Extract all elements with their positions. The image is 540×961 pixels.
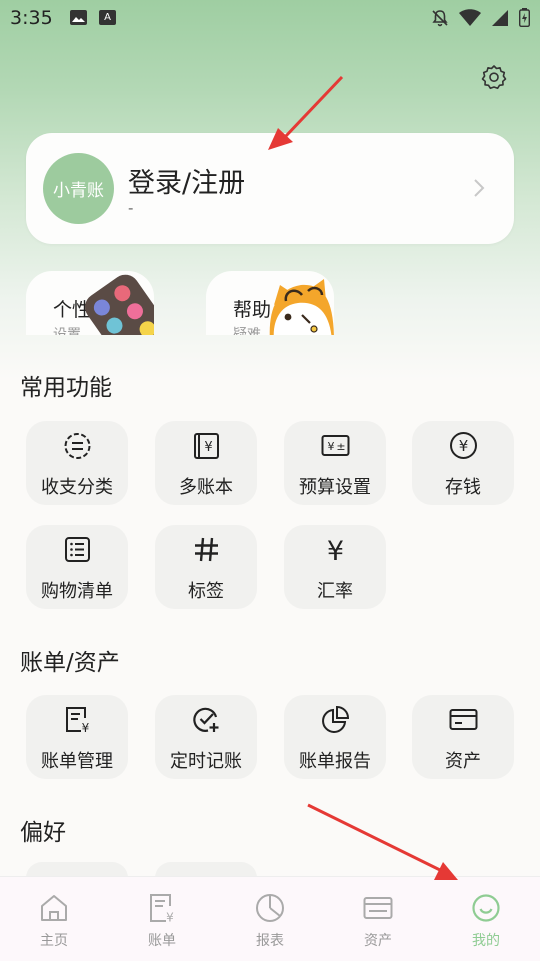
svg-text:¥: ¥ [166,911,174,924]
nav-home-label: 主页 [40,933,68,949]
nav-chart[interactable]: 报表 [216,877,324,961]
nav-chart-label: 报表 [256,933,284,949]
help-subtitle: 疑难 [233,327,261,335]
nav-home[interactable]: 主页 [0,877,108,961]
exchange-rate-icon: ¥ [327,536,344,564]
login-subtitle: - [128,199,134,217]
color-palette-icon [85,274,154,335]
tag-label: 标签 [188,581,224,602]
asset-button[interactable]: 资产 [412,695,514,779]
nav-asset[interactable]: 资产 [324,877,432,961]
signal-icon [492,9,508,26]
report-button[interactable]: 账单报告 [284,695,386,779]
home-icon [41,895,67,921]
budget-label: 预算设置 [299,477,371,498]
report-label: 账单报告 [299,751,371,772]
shopping-list-button[interactable]: 购物清单 [26,525,128,609]
chart-icon [256,894,284,922]
svg-text:±: ± [336,440,345,453]
nav-bill-label: 账单 [148,933,176,949]
nav-asset-label: 资产 [364,933,392,949]
exchange-rate-button[interactable]: ¥ 汇率 [284,525,386,609]
asset-card-icon [449,709,478,730]
budget-button[interactable]: ¥ ± 预算设置 [284,421,386,505]
category-label: 收支分类 [41,477,113,498]
multi-book-button[interactable]: ¥ 多账本 [155,421,257,505]
category-button[interactable]: 收支分类 [26,421,128,505]
save-money-icon: ¥ [450,432,477,459]
nav-mine[interactable]: 我的 [432,877,540,961]
status-bar: 3:35 A [0,0,540,36]
app-logo: 小青账 [43,153,114,224]
scheduled-label: 定时记账 [170,751,242,772]
scheduled-icon [193,707,219,732]
save-money-button[interactable]: ¥ 存钱 [412,421,514,505]
exchange-rate-label: 汇率 [317,581,353,602]
battery-icon [519,8,530,27]
bill-manage-button[interactable]: ¥ 账单管理 [26,695,128,779]
shopping-list-label: 购物清单 [41,581,113,602]
svg-text:¥: ¥ [327,536,344,564]
status-time: 3:35 [10,7,53,29]
settings-gear-icon[interactable] [480,63,508,91]
bill-manage-icon: ¥ [66,707,90,734]
svg-text:¥: ¥ [328,440,335,453]
gallery-notification-icon [70,10,87,25]
save-money-label: 存钱 [445,477,481,498]
section-prefs-title: 偏好 [20,820,66,846]
bell-off-icon [432,9,448,26]
bill-icon: ¥ [150,894,174,924]
shopping-list-icon [65,537,90,562]
nav-bill[interactable]: ¥ 账单 [108,877,216,961]
login-card[interactable]: 小青账 登录/注册 - [26,133,514,244]
bottom-nav: 主页 ¥ 账单 报表 资产 我的 [0,876,540,961]
a-notification-icon: A [99,10,116,25]
login-register-label[interactable]: 登录/注册 [128,161,245,200]
scheduled-button[interactable]: 定时记账 [155,695,257,779]
section-bills-title: 账单/资产 [20,650,120,676]
tag-icon [195,537,218,562]
multi-book-label: 多账本 [179,477,233,498]
nav-mine-label: 我的 [472,933,500,949]
personalize-card[interactable]: 个性化 设置 [26,271,154,335]
smile-icon [472,894,500,922]
wifi-icon [459,8,481,26]
report-icon [322,705,350,733]
tag-button[interactable]: 标签 [155,525,257,609]
section-common-title: 常用功能 [20,375,112,401]
personalize-subtitle: 设置 [53,327,81,335]
tiger-mascot-icon [269,279,334,335]
asset-label: 资产 [445,751,481,772]
help-card[interactable]: 帮助 疑难 [206,271,334,335]
logo-text: 小青账 [53,181,104,201]
svg-text:¥: ¥ [204,440,212,455]
bill-manage-label: 账单管理 [41,751,113,772]
svg-text:¥: ¥ [459,437,469,455]
multi-book-icon: ¥ [194,433,219,459]
wallet-icon [363,897,393,919]
svg-text:¥: ¥ [82,721,90,734]
chevron-right-icon [474,179,485,197]
category-icon [64,433,91,459]
arrow-to-mine-tab-icon [307,803,458,880]
budget-icon: ¥ ± [321,435,350,456]
